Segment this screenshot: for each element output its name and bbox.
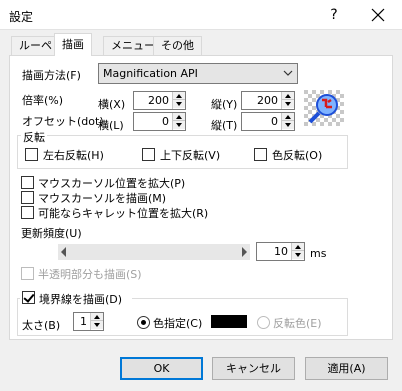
offset-y-down-button[interactable] (282, 121, 294, 129)
magnifier-icon (304, 90, 344, 126)
help-button[interactable]: ? (324, 5, 344, 25)
draw-method-value: Magnification API (103, 67, 198, 80)
mag-height-up-button[interactable] (282, 92, 294, 100)
zoom-caret-checkbox[interactable] (21, 206, 34, 219)
window-title: 設定 (9, 10, 34, 24)
offset-label: オフセット(dot) (22, 115, 104, 128)
ok-button[interactable]: OK (120, 357, 203, 380)
draw-method-label: 描画方法(F) (22, 69, 81, 82)
zoom-mouse-checkbox[interactable] (21, 176, 34, 189)
refresh-stepper[interactable]: 10 (256, 242, 305, 261)
color-invert-checkbox[interactable] (254, 148, 267, 161)
mag-height-stepper[interactable]: 200 (241, 91, 295, 110)
close-button[interactable] (366, 3, 390, 27)
offset-x-value: 0 (162, 115, 169, 128)
mag-height-label: 縦(Y) (211, 98, 238, 111)
refresh-value: 10 (274, 245, 288, 258)
inverted-color-radio[interactable] (257, 316, 270, 329)
offset-y-up-button[interactable] (282, 113, 294, 121)
mag-width-up-button[interactable] (173, 92, 185, 100)
mag-height-value: 200 (257, 94, 278, 107)
tab-loupe[interactable]: ルーペ (11, 36, 60, 56)
border-thickness-label: 太さ(B) (22, 319, 61, 332)
thickness-up-button[interactable] (91, 313, 103, 321)
zoom-caret-label: 可能ならキャレット位置を拡大(R) (38, 207, 209, 220)
invert-group-label: 反転 (21, 129, 47, 145)
refresh-unit: ms (310, 247, 327, 260)
border-thickness-value: 1 (80, 315, 87, 328)
translucent-checkbox[interactable] (21, 267, 34, 280)
tab-drawing[interactable]: 描画 (54, 33, 92, 56)
flip-horizontal-label: 左右反転(H) (43, 149, 104, 162)
offset-x-stepper[interactable]: 0 (133, 112, 186, 131)
draw-border-checkbox[interactable] (22, 291, 35, 304)
chevron-down-icon (283, 70, 293, 76)
mag-width-value: 200 (148, 94, 169, 107)
refresh-up-button[interactable] (292, 243, 304, 251)
thickness-down-button[interactable] (91, 321, 103, 329)
inverted-color-label: 反転色(E) (273, 317, 322, 330)
offset-y-value: 0 (271, 115, 278, 128)
color-specified-label: 色指定(C) (153, 317, 203, 330)
border-color-swatch[interactable] (211, 315, 247, 328)
refresh-label: 更新頻度(U) (21, 227, 82, 240)
cancel-button[interactable]: キャンセル (212, 357, 295, 380)
offset-x-down-button[interactable] (173, 121, 185, 129)
mag-width-label: 横(X) (98, 98, 126, 111)
draw-method-select[interactable]: Magnification API (98, 63, 298, 84)
flip-horizontal-checkbox[interactable] (25, 148, 38, 161)
magnification-label: 倍率(%) (22, 94, 64, 107)
offset-y-label: 縦(T) (211, 119, 238, 132)
apply-button[interactable]: 適用(A) (305, 357, 388, 380)
flip-vertical-label: 上下反転(V) (160, 149, 221, 162)
color-specified-radio[interactable] (137, 316, 150, 329)
flip-vertical-checkbox[interactable] (142, 148, 155, 161)
tab-other[interactable]: その他 (153, 36, 202, 56)
mag-width-stepper[interactable]: 200 (133, 91, 186, 110)
refresh-slider[interactable] (58, 244, 250, 260)
mag-height-down-button[interactable] (282, 100, 294, 108)
slider-left-arrow-icon[interactable] (61, 247, 66, 257)
color-invert-label: 色反転(O) (272, 149, 323, 162)
draw-mouse-label: マウスカーソルを描画(M) (38, 192, 167, 205)
slider-right-arrow-icon[interactable] (242, 247, 247, 257)
zoom-mouse-label: マウスカーソル位置を拡大(P) (38, 177, 186, 190)
close-icon (371, 8, 385, 22)
offset-x-up-button[interactable] (173, 113, 185, 121)
refresh-down-button[interactable] (292, 251, 304, 259)
translucent-label: 半透明部分も描画(S) (38, 268, 142, 281)
draw-border-label: 境界線を描画(D) (39, 293, 123, 306)
draw-mouse-checkbox[interactable] (21, 191, 34, 204)
offset-y-stepper[interactable]: 0 (241, 112, 295, 131)
offset-x-label: 横(L) (98, 119, 124, 132)
border-thickness-stepper[interactable]: 1 (73, 312, 104, 331)
mag-width-down-button[interactable] (173, 100, 185, 108)
